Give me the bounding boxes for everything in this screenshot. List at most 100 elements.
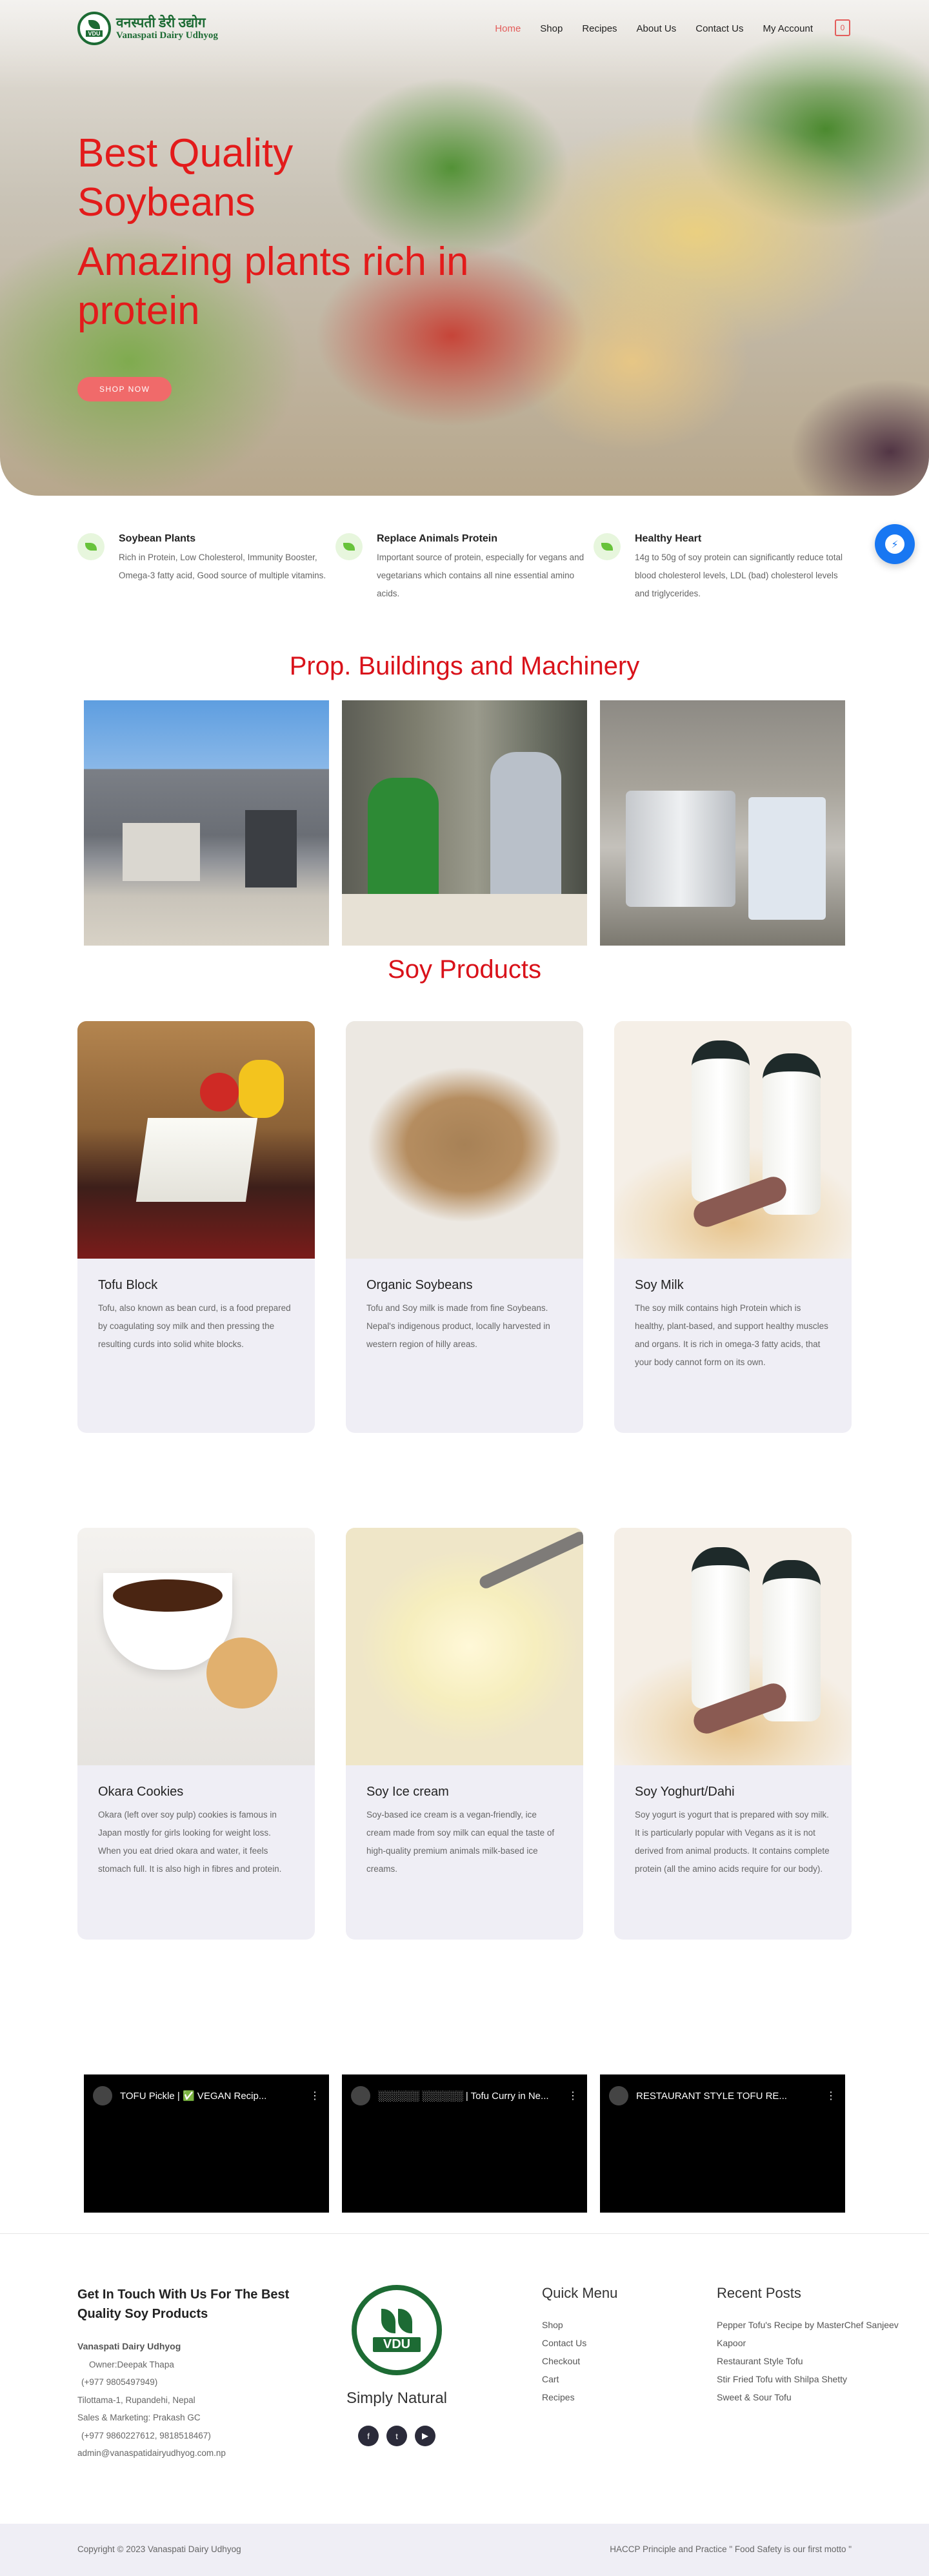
products-row-1: Tofu Block Tofu, also known as bean curd… xyxy=(77,1021,852,1433)
feature-title: Soybean Plants xyxy=(119,533,196,544)
feature-item: Healthy Heart 14g to 50g of soy protein … xyxy=(594,533,852,603)
recent-post-link[interactable]: Restaurant Style Tofu xyxy=(717,2352,910,2370)
leaf-icon xyxy=(88,20,100,29)
buildings-title: Prop. Buildings and Machinery xyxy=(289,652,640,680)
logo-badge: VDU xyxy=(77,12,111,45)
product-card[interactable]: Tofu Block Tofu, also known as bean curd… xyxy=(77,1021,315,1433)
site-logo[interactable]: VDU वनस्पती डेरी उद्योग Vanaspati Dairy … xyxy=(77,12,218,45)
company-name: Vanaspati Dairy Udhyog xyxy=(77,2341,181,2351)
products-title: Soy Products xyxy=(388,955,541,984)
messenger-chat-button[interactable]: ⚡ xyxy=(875,524,915,564)
bowl-icon xyxy=(335,533,363,560)
product-description: The soy milk contains high Protein which… xyxy=(635,1303,828,1367)
soy-ice-cream-image xyxy=(346,1528,583,1765)
product-name: Organic Soybeans xyxy=(366,1278,473,1292)
main-nav: Home Shop Recipes About Us Contact Us My… xyxy=(495,23,813,34)
machinery-image xyxy=(600,700,845,946)
product-description: Tofu and Soy milk is made from fine Soyb… xyxy=(366,1303,550,1349)
footer-link-checkout[interactable]: Checkout xyxy=(542,2352,671,2370)
feature-title: Replace Animals Protein xyxy=(377,533,498,544)
cart-icon[interactable]: 0 xyxy=(835,19,850,36)
factory-building-image xyxy=(84,700,329,946)
tofu-block-image xyxy=(77,1021,315,1259)
footer-logo-text: VDU xyxy=(372,2337,421,2352)
nav-about-us[interactable]: About Us xyxy=(637,23,677,34)
social-links: f t ▶ xyxy=(335,2426,458,2446)
more-options-icon[interactable]: ⋮ xyxy=(310,2089,320,2102)
nav-contact-us[interactable]: Contact Us xyxy=(695,23,743,34)
product-description: Soy-based ice cream is a vegan-friendly,… xyxy=(366,1810,555,1874)
heart-icon xyxy=(594,533,621,560)
product-description: Okara (left over soy pulp) cookies is fa… xyxy=(98,1810,282,1874)
hero-subtitle: Amazing plants rich in protein xyxy=(77,239,469,333)
owner-line: Owner:Deepak Thapa xyxy=(89,2359,174,2369)
product-description: Tofu, also known as bean curd, is a food… xyxy=(98,1303,291,1349)
video-title[interactable]: RESTAURANT STYLE TOFU RE... xyxy=(636,2091,819,2102)
contact-title: Get In Touch With Us For The Best Qualit… xyxy=(77,2287,290,2321)
more-options-icon[interactable]: ⋮ xyxy=(826,2089,836,2102)
footer-divider xyxy=(0,2233,929,2234)
twitter-icon[interactable]: t xyxy=(386,2426,407,2446)
product-card[interactable]: Organic Soybeans Tofu and Soy milk is ma… xyxy=(346,1021,583,1433)
video-embed[interactable]: RESTAURANT STYLE TOFU RE... ⋮ xyxy=(600,2074,845,2213)
video-embed[interactable]: TOFU Pickle | ✅ VEGAN Recip... ⋮ xyxy=(84,2074,329,2213)
more-options-icon[interactable]: ⋮ xyxy=(568,2089,578,2102)
shop-now-button[interactable]: SHOP NOW xyxy=(77,377,172,401)
recent-post-link[interactable]: Stir Fried Tofu with Shilpa Shetty xyxy=(717,2370,910,2388)
hero-title: Best Quality Soybeans xyxy=(77,131,294,225)
footer-link-shop[interactable]: Shop xyxy=(542,2316,671,2334)
product-description: Soy yogurt is yogurt that is prepared wi… xyxy=(635,1810,830,1874)
hero-text: Best Quality Soybeans Amazing plants ric… xyxy=(77,129,477,401)
nav-home[interactable]: Home xyxy=(495,23,521,34)
buildings-gallery xyxy=(84,700,845,946)
footer-link-cart[interactable]: Cart xyxy=(542,2370,671,2388)
soy-milk-image xyxy=(614,1021,852,1259)
product-card[interactable]: Soy Milk The soy milk contains high Prot… xyxy=(614,1021,852,1433)
logo-badge-text: VDU xyxy=(86,30,103,37)
youtube-icon[interactable]: ▶ xyxy=(415,2426,435,2446)
recent-post-link[interactable]: Sweet & Sour Tofu xyxy=(717,2388,910,2406)
channel-avatar xyxy=(93,2086,112,2105)
recent-post-link[interactable]: Pepper Tofu's Recipe by MasterChef Sanje… xyxy=(717,2316,910,2352)
footer-link-contact-us[interactable]: Contact Us xyxy=(542,2334,671,2352)
nav-recipes[interactable]: Recipes xyxy=(582,23,617,34)
feature-text: 14g to 50g of soy protein can significan… xyxy=(635,553,843,598)
site-header: VDU वनस्पती डेरी उद्योग Vanaspati Dairy … xyxy=(0,0,929,58)
product-card[interactable]: Okara Cookies Okara (left over soy pulp)… xyxy=(77,1528,315,1940)
nav-shop[interactable]: Shop xyxy=(540,23,563,34)
messenger-icon: ⚡ xyxy=(885,534,904,554)
videos-row: TOFU Pickle | ✅ VEGAN Recip... ⋮ ░░░░░░ ░… xyxy=(84,2074,845,2213)
video-title[interactable]: ░░░░░░ ░░░░░░ | Tofu Curry in Ne... xyxy=(378,2091,561,2102)
hero-banner: VDU वनस्पती डेरी उद्योग Vanaspati Dairy … xyxy=(0,0,929,496)
owner-phone: (+977 9805497949) xyxy=(81,2377,158,2387)
footer-link-recipes[interactable]: Recipes xyxy=(542,2388,671,2406)
logo-text: वनस्पती डेरी उद्योग Vanaspati Dairy Udhy… xyxy=(116,15,218,41)
video-title[interactable]: TOFU Pickle | ✅ VEGAN Recip... xyxy=(120,2090,303,2102)
soybeans-image xyxy=(346,1021,583,1259)
address-line: Tilottama-1, Rupandehi, Nepal xyxy=(77,2395,195,2405)
sales-line: Sales & Marketing: Prakash GC xyxy=(77,2413,201,2422)
features-row: Soybean Plants Rich in Protein, Low Chol… xyxy=(77,533,858,603)
okara-cookies-image xyxy=(77,1528,315,1765)
feature-text: Rich in Protein, Low Cholesterol, Immuni… xyxy=(119,553,326,580)
sales-phone: (+977 9860227612, 9818518467) xyxy=(81,2430,211,2440)
product-name: Soy Milk xyxy=(635,1278,684,1292)
copyright-text: Copyright © 2023 Vanaspati Dairy Udhyog xyxy=(77,2544,241,2554)
feature-item: Replace Animals Protein Important source… xyxy=(335,533,594,603)
product-name: Okara Cookies xyxy=(98,1785,184,1799)
product-card[interactable]: Soy Yoghurt/Dahi Soy yogurt is yogurt th… xyxy=(614,1528,852,1940)
cart-count: 0 xyxy=(840,23,845,32)
channel-avatar xyxy=(609,2086,628,2105)
leaf-icon xyxy=(77,533,105,560)
feature-item: Soybean Plants Rich in Protein, Low Chol… xyxy=(77,533,335,603)
video-embed[interactable]: ░░░░░░ ░░░░░░ | Tofu Curry in Ne... ⋮ xyxy=(342,2074,587,2213)
soy-yoghurt-image xyxy=(614,1528,852,1765)
copyright-bar: Copyright © 2023 Vanaspati Dairy Udhyog … xyxy=(0,2524,929,2576)
quick-menu-title: Quick Menu xyxy=(542,2285,618,2301)
facebook-icon[interactable]: f xyxy=(358,2426,379,2446)
product-card[interactable]: Soy Ice cream Soy-based ice cream is a v… xyxy=(346,1528,583,1940)
nav-my-account[interactable]: My Account xyxy=(763,23,813,34)
leaf-icon xyxy=(398,2308,412,2333)
email-link[interactable]: admin@vanaspatidairyudhyog.com.np xyxy=(77,2444,297,2462)
leaf-icon xyxy=(381,2308,395,2333)
